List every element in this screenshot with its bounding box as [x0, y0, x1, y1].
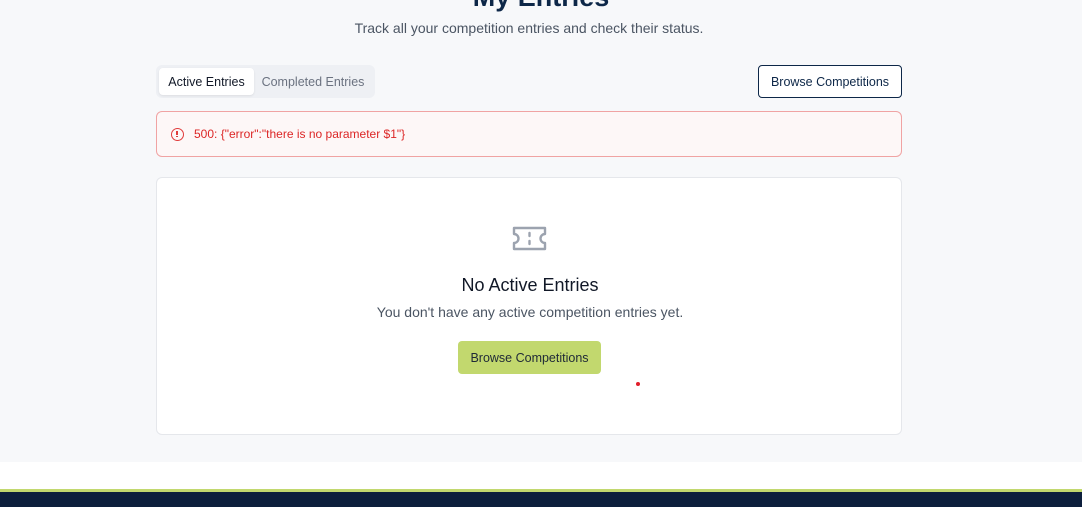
empty-state-title: No Active Entries [461, 275, 599, 295]
page-subtitle: Track all your competition entries and c… [354, 20, 704, 36]
alert-circle-icon [171, 127, 184, 141]
ticket-icon [512, 226, 547, 251]
entries-tabs: Active Entries Completed Entries [156, 65, 375, 98]
browse-competitions-primary-button[interactable]: Browse Competitions [458, 341, 601, 374]
page-title: My Entries [0, 0, 1082, 12]
cursor-indicator [636, 382, 640, 386]
tab-active-entries[interactable]: Active Entries [159, 68, 254, 95]
error-message: 500: {"error":"there is no parameter $1"… [194, 127, 406, 141]
error-alert: 500: {"error":"there is no parameter $1"… [156, 111, 902, 157]
browse-competitions-button[interactable]: Browse Competitions [758, 65, 902, 98]
empty-state-card: No Active Entries You don't have any act… [156, 177, 902, 435]
empty-state-description: You don't have any active competition en… [376, 304, 684, 320]
footer [0, 489, 1082, 507]
tab-completed-entries[interactable]: Completed Entries [254, 68, 372, 95]
